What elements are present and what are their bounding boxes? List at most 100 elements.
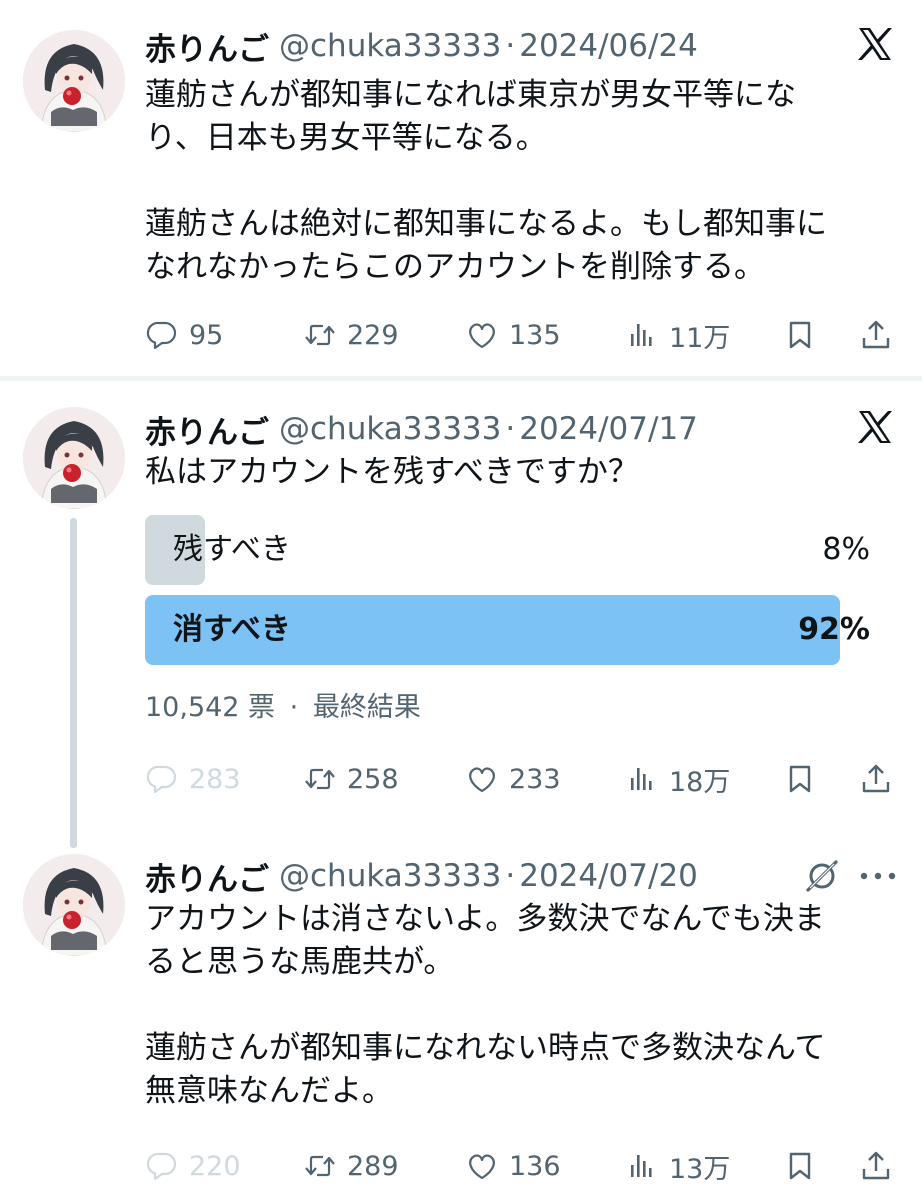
like-count: 136 xyxy=(509,1150,561,1182)
heart-icon xyxy=(469,323,495,349)
tweet-text: 私はアカウントを残すべきですか？ xyxy=(145,451,880,494)
share-button[interactable] xyxy=(859,313,893,357)
heart-icon xyxy=(469,767,495,793)
bar-chart-icon xyxy=(631,1155,652,1177)
avatar[interactable] xyxy=(23,854,125,956)
like-button[interactable]: 136 xyxy=(465,1144,561,1188)
repost-button[interactable]: 258 xyxy=(303,757,399,801)
like-count: 135 xyxy=(509,319,561,351)
bookmark-button[interactable] xyxy=(783,1144,817,1188)
reply-count: 95 xyxy=(189,319,224,351)
tweet-header: 赤りんご @chuka33333 · 2024/07/17 xyxy=(145,405,698,453)
bar-chart-icon xyxy=(631,768,652,790)
avatar-image xyxy=(23,30,125,132)
avatar[interactable] xyxy=(23,30,125,132)
tweet-date[interactable]: 2024/07/20 xyxy=(519,858,698,894)
username-handle[interactable]: @chuka33333 xyxy=(279,28,501,64)
reply-count: 220 xyxy=(189,1150,241,1182)
share-icon xyxy=(862,764,890,793)
tweet-actions: 95 229 135 11万 xyxy=(145,313,905,357)
separator-dot: · xyxy=(505,411,516,447)
views-button[interactable]: 11万 xyxy=(625,313,730,357)
reply-icon xyxy=(146,321,177,350)
tweet-text-line: なれなかったらこのアカウントを削除する。 xyxy=(145,249,765,285)
poll-summary: 10,542 票 · 最終結果 xyxy=(145,685,421,724)
separator-dot: · xyxy=(289,692,299,723)
bookmark-button[interactable] xyxy=(783,757,817,801)
tweet-3[interactable]: 赤りんご @chuka33333 · 2024/07/20 アカウントは消さない… xyxy=(0,852,922,1192)
more-options-icon[interactable] xyxy=(858,870,898,882)
tweet-text: アカウントは消さないよ。多数決でなんでも決ま ると思うな馬鹿共が。 蓮舫さんが都… xyxy=(145,898,880,1113)
tweet-text-line: り、日本も男女平等になる。 xyxy=(145,120,547,156)
poll-option-keep: 残すべき 8% xyxy=(145,515,870,585)
tweet-text-line: 無意味なんだよ。 xyxy=(145,1073,393,1109)
tweet-date[interactable]: 2024/06/24 xyxy=(519,28,698,64)
repost-button[interactable]: 289 xyxy=(303,1144,399,1188)
thread-connector-line xyxy=(70,518,77,848)
share-icon xyxy=(862,1151,890,1180)
view-count: 18万 xyxy=(669,766,731,798)
reply-button[interactable]: 283 xyxy=(145,757,241,801)
tweet-text-line: 蓮舫さんが都知事になれない時点で多数決なんて xyxy=(145,1030,826,1066)
avatar[interactable] xyxy=(23,407,125,509)
bookmark-button[interactable] xyxy=(783,313,817,357)
tweet-actions: 283 258 233 18万 xyxy=(145,757,905,801)
tweet-header: 赤りんご @chuka33333 · 2024/06/24 xyxy=(145,22,698,70)
repost-count: 258 xyxy=(347,763,399,795)
bookmark-icon xyxy=(789,1152,811,1180)
tweet-text-line xyxy=(145,160,880,203)
tweet-text-line: 蓮舫さんが都知事になれば東京が男女平等にな xyxy=(145,77,796,113)
display-name[interactable]: 赤りんご xyxy=(145,407,269,452)
tweet-1[interactable]: 赤りんご @chuka33333 · 2024/06/24 蓮舫さんが都知事にな… xyxy=(0,22,922,362)
share-button[interactable] xyxy=(859,757,893,801)
display-name[interactable]: 赤りんご xyxy=(145,854,269,899)
views-button[interactable]: 18万 xyxy=(625,757,730,801)
tweet-header: 赤りんご @chuka33333 · 2024/07/20 xyxy=(145,852,698,900)
tweet-text-line: 私はアカウントを残すべきですか？ xyxy=(145,454,639,490)
poll-option-label: 残すべき xyxy=(173,532,291,567)
like-count: 233 xyxy=(509,763,561,795)
poll-option-percent: 8% xyxy=(822,532,870,567)
repost-icon xyxy=(304,1155,336,1177)
username-handle[interactable]: @chuka33333 xyxy=(279,858,501,894)
repost-icon xyxy=(304,768,336,790)
like-button[interactable]: 135 xyxy=(465,313,561,357)
separator-dot: · xyxy=(505,858,516,894)
avatar-image xyxy=(23,854,125,956)
reply-button[interactable]: 95 xyxy=(145,313,223,357)
poll-vote-count: 10,542 票 xyxy=(145,692,276,723)
bookmark-icon xyxy=(789,321,811,349)
poll-option-percent: 92% xyxy=(798,612,870,647)
tweet-text-line: ると思うな馬鹿共が。 xyxy=(145,944,455,980)
view-count: 13万 xyxy=(669,1153,731,1185)
bar-chart-icon xyxy=(631,324,652,346)
tweet-actions: 220 289 136 13万 xyxy=(145,1144,905,1188)
poll-option-label: 消すべき xyxy=(173,612,291,647)
x-logo-icon xyxy=(858,28,892,60)
repost-count: 229 xyxy=(347,319,399,351)
tweet-divider xyxy=(0,376,922,381)
bookmark-icon xyxy=(789,765,811,793)
reply-button[interactable]: 220 xyxy=(145,1144,241,1188)
username-handle[interactable]: @chuka33333 xyxy=(279,411,501,447)
repost-count: 289 xyxy=(347,1150,399,1182)
views-button[interactable]: 13万 xyxy=(625,1144,730,1188)
tweet-date[interactable]: 2024/07/17 xyxy=(519,411,698,447)
tweet-text: 蓮舫さんが都知事になれば東京が男女平等にな り、日本も男女平等になる。 蓮舫さん… xyxy=(145,74,880,289)
tweet-text-line xyxy=(145,984,880,1027)
heart-icon xyxy=(469,1154,495,1180)
tweet-2[interactable]: 赤りんご @chuka33333 · 2024/07/17 私はアカウントを残す… xyxy=(0,405,922,848)
poll-option-delete: 消すべき 92% xyxy=(145,595,870,665)
tweet-text-line: アカウントは消さないよ。多数決でなんでも決ま xyxy=(145,901,825,937)
repost-icon xyxy=(304,324,336,346)
repost-button[interactable]: 229 xyxy=(303,313,399,357)
separator-dot: · xyxy=(505,28,516,64)
like-button[interactable]: 233 xyxy=(465,757,561,801)
share-icon xyxy=(862,320,890,349)
avatar-image xyxy=(23,407,125,509)
view-count: 11万 xyxy=(669,322,731,354)
share-button[interactable] xyxy=(859,1144,893,1188)
reply-count: 283 xyxy=(189,763,241,795)
display-name[interactable]: 赤りんご xyxy=(145,24,269,69)
grok-icon[interactable] xyxy=(804,858,840,894)
